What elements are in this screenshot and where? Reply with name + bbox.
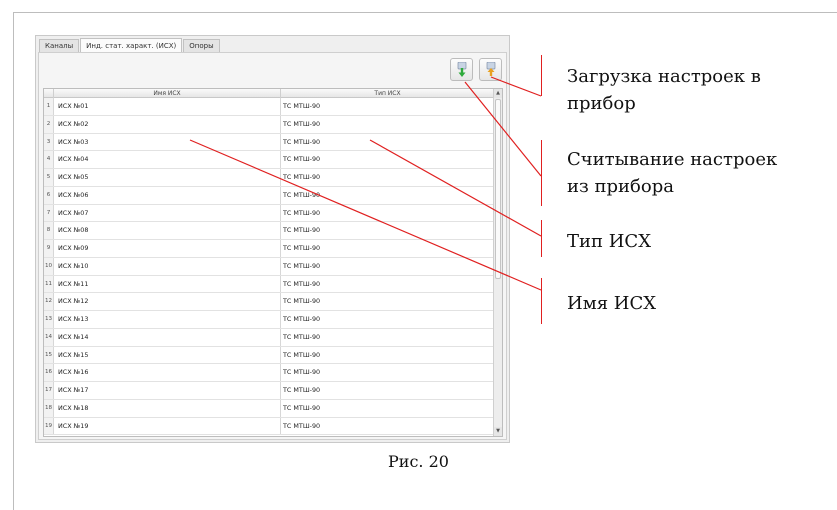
figure-caption: Рис. 20 (388, 452, 449, 471)
callout-type: Тип ИСХ (567, 231, 652, 252)
callout-read-line1: Считывание настроек (567, 149, 778, 170)
callout-bar-type (541, 220, 542, 257)
callout-load-line2: прибор (567, 93, 636, 114)
callout-bar-load (541, 55, 542, 96)
callout-name: Имя ИСХ (567, 293, 657, 314)
pointer-type (369, 139, 542, 237)
callout-read-line2: из прибора (567, 176, 674, 197)
callout-bar-name (541, 278, 542, 324)
callout-bar-read (541, 140, 542, 206)
pointer-load (490, 76, 542, 97)
callout-load: Загрузка настроек в прибор (567, 63, 761, 117)
pointer-name (189, 139, 542, 291)
callout-read: Считывание настроек из прибора (567, 146, 777, 200)
pointer-read (464, 81, 542, 177)
callout-load-line1: Загрузка настроек в (567, 66, 761, 87)
